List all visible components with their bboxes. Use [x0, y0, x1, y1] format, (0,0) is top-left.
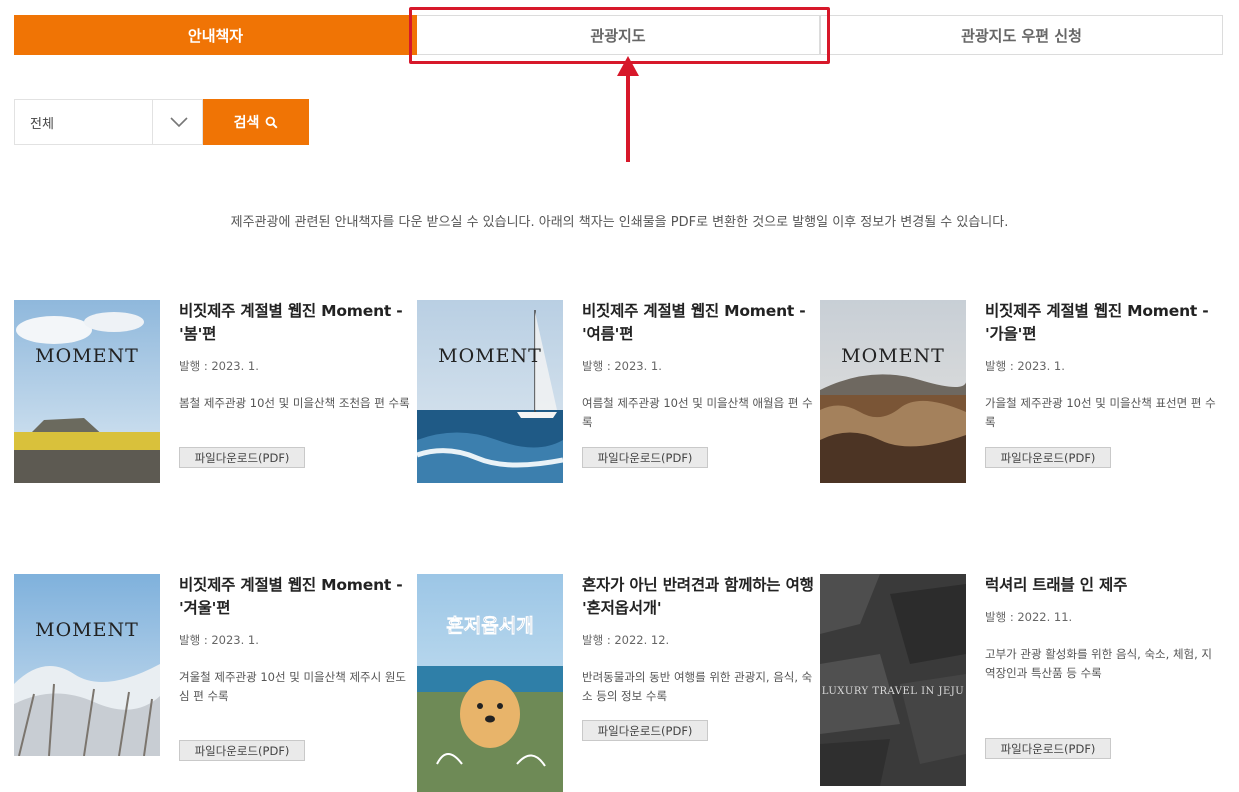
tab-guidebook[interactable]: 안내책자 [14, 15, 417, 55]
book-item: MOMENT 비짓제주 계절별 웹진 Moment - '가을'편 발행 : 2… [820, 300, 1217, 484]
book-item: MOMENT 비짓제주 계절별 웹진 Moment - '봄'편 발행 : 20… [14, 300, 411, 484]
cover-title: LUXURY TRAVEL IN JEJU [822, 686, 964, 697]
cover-title: MOMENT [35, 619, 139, 641]
book-cover-autumn[interactable]: MOMENT [820, 300, 966, 483]
book-info: 비짓제주 계절별 웹진 Moment - '가을'편 발행 : 2023. 1.… [985, 300, 1217, 432]
book-description: 가을철 제주관광 10선 및 미을산책 표선면 편 수록 [985, 396, 1216, 429]
book-publish-date: 발행 : 2023. 1. [179, 633, 259, 647]
intro-text: 제주관광에 관련된 안내책자를 다운 받으실 수 있습니다. 아래의 책자는 인… [230, 215, 1009, 230]
download-pdf-button[interactable]: 파일다운로드(PDF) [582, 720, 708, 741]
book-description: 봄철 제주관광 10선 및 미을산책 조천읍 편 수록 [179, 396, 410, 410]
download-pdf-button[interactable]: 파일다운로드(PDF) [985, 447, 1111, 468]
category-select[interactable]: 전체 [14, 99, 203, 145]
book-title[interactable]: 비짓제주 계절별 웹진 Moment - '가을'편 [985, 300, 1217, 346]
book-cover-pet-travel[interactable]: 혼저옵서개 [417, 574, 563, 792]
book-publish-date: 발행 : 2022. 11. [985, 610, 1073, 624]
book-description: 여름철 제주관광 10선 및 미을산책 애월읍 편 수록 [582, 396, 813, 429]
cover-title: MOMENT [438, 345, 542, 367]
book-title[interactable]: 럭셔리 트래블 인 제주 [985, 574, 1217, 597]
book-title[interactable]: 비짓제주 계절별 웹진 Moment - '봄'편 [179, 300, 411, 346]
book-description: 겨울철 제주관광 10선 및 미을산책 제주시 원도심 편 수록 [179, 670, 407, 703]
book-info: 비짓제주 계절별 웹진 Moment - '봄'편 발행 : 2023. 1. … [179, 300, 411, 413]
book-cover-spring[interactable]: MOMENT [14, 300, 160, 483]
book-description: 반려동물과의 동반 여행를 위한 관광지, 음식, 숙소 등의 정보 수록 [582, 670, 813, 703]
annotation-arrow-line [626, 70, 630, 162]
chevron-down-icon [170, 117, 188, 128]
book-title[interactable]: 혼자가 아닌 반려견과 함께하는 여행 '혼저옵서개' [582, 574, 814, 620]
book-item: LUXURY TRAVEL IN JEJU 럭셔리 트래블 인 제주 발행 : … [820, 574, 1215, 792]
book-publish-date: 발행 : 2022. 12. [582, 633, 670, 647]
book-info: 비짓제주 계절별 웹진 Moment - '여름'편 발행 : 2023. 1.… [582, 300, 814, 432]
download-pdf-button[interactable]: 파일다운로드(PDF) [582, 447, 708, 468]
book-description: 고부가 관광 활성화를 위한 음식, 숙소, 체험, 지역장인과 특산품 등 수… [985, 647, 1212, 680]
category-select-value: 전체 [30, 116, 54, 132]
search-button-label: 검색 [233, 115, 260, 131]
search-button[interactable]: 검색 [203, 99, 309, 145]
book-cover-luxury-travel[interactable]: LUXURY TRAVEL IN JEJU [820, 574, 966, 786]
cover-title: MOMENT [841, 345, 945, 367]
book-publish-date: 발행 : 2023. 1. [985, 359, 1065, 373]
book-item: 혼저옵서개 혼자가 아닌 반려견과 함께하는 여행 '혼저옵서개' 발행 : 2… [417, 574, 814, 792]
book-cover-winter[interactable]: MOMENT [14, 574, 160, 756]
download-pdf-button[interactable]: 파일다운로드(PDF) [179, 740, 305, 761]
book-publish-date: 발행 : 2023. 1. [582, 359, 662, 373]
book-item: MOMENT 비짓제주 계절별 웹진 Moment - '겨울'편 발행 : 2… [14, 574, 409, 792]
book-info: 혼자가 아닌 반려견과 함께하는 여행 '혼저옵서개' 발행 : 2022. 1… [582, 574, 814, 706]
cover-title: 혼저옵서개 [446, 614, 533, 637]
book-info: 비짓제주 계절별 웹진 Moment - '겨울'편 발행 : 2023. 1.… [179, 574, 411, 706]
book-cover-summer[interactable]: MOMENT [417, 300, 563, 483]
cover-title: MOMENT [35, 345, 139, 367]
book-title[interactable]: 비짓제주 계절별 웹진 Moment - '여름'편 [582, 300, 814, 346]
tab-bar: 안내책자 관광지도 관광지도 우편 신청 [14, 15, 1223, 55]
book-item: MOMENT 비짓제주 계절별 웹진 Moment - '여름'편 발행 : 2… [417, 300, 814, 484]
book-publish-date: 발행 : 2023. 1. [179, 359, 259, 373]
download-pdf-button[interactable]: 파일다운로드(PDF) [179, 447, 305, 468]
tab-map-mail-request[interactable]: 관광지도 우편 신청 [820, 15, 1223, 55]
tab-tourist-map[interactable]: 관광지도 [417, 15, 820, 55]
search-bar: 전체 검색 [14, 99, 309, 145]
search-icon [265, 116, 278, 129]
download-pdf-button[interactable]: 파일다운로드(PDF) [985, 738, 1111, 759]
select-divider [152, 100, 153, 144]
book-info: 럭셔리 트래블 인 제주 발행 : 2022. 11. 고부가 관광 활성화를 … [985, 574, 1217, 683]
book-title[interactable]: 비짓제주 계절별 웹진 Moment - '겨울'편 [179, 574, 411, 620]
